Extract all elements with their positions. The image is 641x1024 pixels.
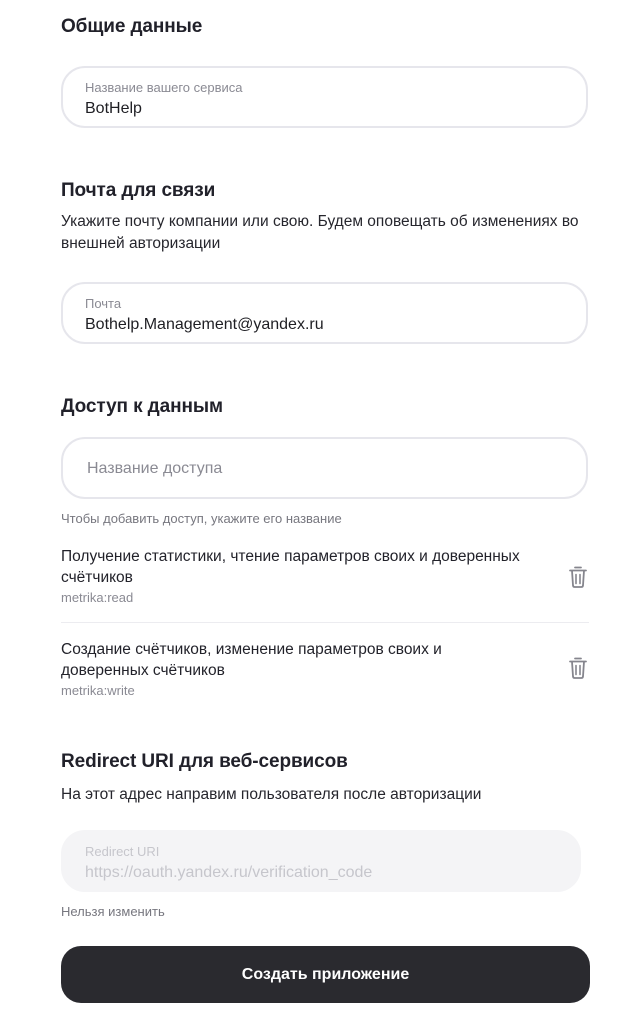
- email-field[interactable]: Почта Bothelp.Management@yandex.ru: [61, 282, 588, 344]
- email-label: Почта: [85, 296, 122, 311]
- access-name-field[interactable]: [61, 437, 588, 499]
- service-name-label: Название вашего сервиса: [85, 80, 243, 95]
- section-title-contact: Почта для связи: [61, 180, 216, 201]
- redirect-uri-value: https://oauth.yandex.ru/verification_cod…: [85, 864, 373, 881]
- scope-item: Получение статистики, чтение параметров …: [61, 546, 561, 605]
- redirect-description: На этот адрес направим пользователя посл…: [61, 786, 482, 803]
- access-name-input[interactable]: [85, 439, 569, 499]
- trash-icon[interactable]: [568, 566, 588, 588]
- section-title-redirect: Redirect URI для веб-сервисов: [61, 751, 348, 772]
- scope-item: Создание счётчиков, изменение параметров…: [61, 639, 491, 698]
- section-title-general: Общие данные: [61, 16, 203, 37]
- redirect-uri-field: Redirect URI https://oauth.yandex.ru/ver…: [61, 830, 581, 892]
- service-name-field[interactable]: Название вашего сервиса BotHelp: [61, 66, 588, 128]
- scope-divider: [61, 622, 589, 623]
- access-hint: Чтобы добавить доступ, укажите его назва…: [61, 511, 342, 526]
- email-value[interactable]: Bothelp.Management@yandex.ru: [85, 316, 324, 334]
- service-name-value[interactable]: BotHelp: [85, 100, 142, 118]
- redirect-uri-label: Redirect URI: [85, 844, 160, 859]
- redirect-note: Нельзя изменить: [61, 904, 165, 919]
- contact-description: Укажите почту компании или свою. Будем о…: [61, 213, 579, 252]
- scope-id: metrika:read: [61, 590, 134, 605]
- scope-name: Создание счётчиков, изменение параметров…: [61, 641, 442, 679]
- trash-icon[interactable]: [568, 657, 588, 679]
- create-app-button[interactable]: Создать приложение: [61, 946, 590, 1003]
- scope-id: metrika:write: [61, 683, 135, 698]
- section-title-access: Доступ к данным: [61, 396, 223, 417]
- scope-name: Получение статистики, чтение параметров …: [61, 548, 520, 586]
